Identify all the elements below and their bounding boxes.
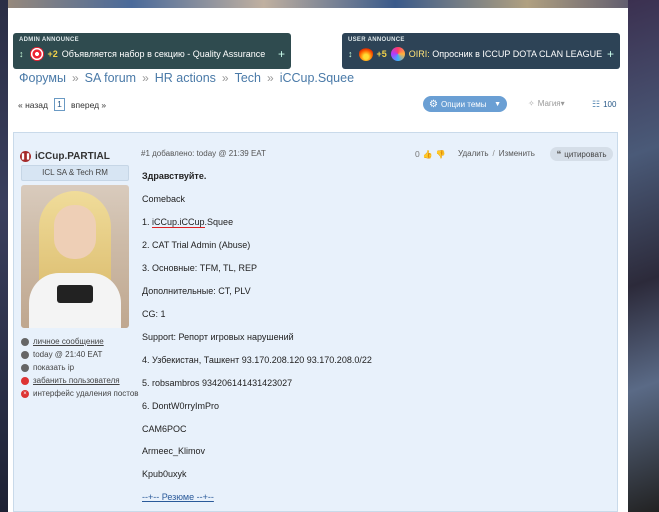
ban-user-item[interactable]: забанить пользователя bbox=[21, 374, 139, 387]
user-announce-label: USER ANNOUNCE bbox=[348, 37, 405, 43]
quote-label: цитировать bbox=[564, 149, 607, 159]
plus-icon[interactable]: + bbox=[607, 47, 614, 61]
breadcrumb-tech[interactable]: Tech bbox=[235, 71, 261, 85]
breadcrumb-current: iCCup.Squee bbox=[279, 71, 355, 85]
swirl-icon bbox=[390, 47, 405, 61]
chevron-down-icon: ▼ bbox=[494, 100, 501, 108]
delete-icon: × bbox=[21, 389, 29, 398]
post-line: Armeec_Klimov bbox=[142, 446, 206, 456]
background-left-art bbox=[0, 0, 8, 512]
admin-announce-text[interactable]: Объявляется набор в секцию - Quality Ass… bbox=[62, 49, 278, 59]
breadcrumb-forums[interactable]: Форумы bbox=[19, 71, 66, 85]
admin-announce[interactable]: ADMIN ANNOUNCE ↕ +2 Объявляется набор в … bbox=[13, 33, 291, 69]
post-line: 2. CAT Trial Admin (Abuse) bbox=[142, 240, 251, 250]
ban-user-link[interactable]: забанить пользователя bbox=[33, 376, 120, 385]
pager: « назад 1 вперед » bbox=[18, 98, 106, 111]
sparkle-icon: ✧ bbox=[528, 99, 535, 108]
magic-dropdown[interactable]: ✧ Магия ▾ bbox=[528, 99, 565, 108]
quote-button[interactable]: ❝ цитировать bbox=[550, 147, 613, 161]
posts-per-page-count: 100 bbox=[603, 100, 617, 109]
edit-post-link[interactable]: Изменить bbox=[499, 149, 535, 158]
user-announce-count: +5 bbox=[376, 49, 387, 59]
pager-current-page[interactable]: 1 bbox=[54, 98, 65, 111]
monitor-icon bbox=[21, 363, 29, 372]
target-icon bbox=[29, 47, 44, 61]
plus-icon[interactable]: + bbox=[278, 47, 285, 61]
sort-arrows-icon[interactable]: ↕ bbox=[348, 49, 353, 59]
sort-arrows-icon[interactable]: ↕ bbox=[19, 49, 24, 59]
thumbs-up-icon[interactable]: 👍 bbox=[423, 150, 433, 159]
breadcrumb-separator: » bbox=[71, 71, 79, 85]
background-right-art bbox=[628, 0, 659, 512]
private-message-link[interactable]: личное сообщение bbox=[33, 337, 104, 346]
background-top-art bbox=[0, 0, 659, 8]
user-announce-body: Опросник в ICCUP DOTA CLAN LEAGUE bbox=[432, 49, 603, 59]
delete-post-link[interactable]: Удалить bbox=[458, 149, 489, 158]
pause-icon: ❚❚ bbox=[20, 151, 31, 162]
breadcrumb-sa-forum[interactable]: SA forum bbox=[85, 71, 136, 85]
author-actions: личное сообщение today @ 21:40 EAT показ… bbox=[21, 335, 139, 400]
last-seen-item: today @ 21:40 EAT bbox=[21, 348, 139, 361]
pager-prev[interactable]: « назад bbox=[18, 100, 48, 110]
private-message-item[interactable]: личное сообщение bbox=[21, 335, 139, 348]
thumbs-down-icon[interactable]: 👎 bbox=[436, 150, 446, 159]
post-line: CAM6POC bbox=[142, 424, 187, 434]
quote-icon: ❝ bbox=[556, 148, 562, 159]
thread-options-button[interactable]: ⚙ Опции темы ▼ bbox=[423, 96, 507, 112]
post-line-prefix: 1. bbox=[142, 217, 153, 227]
list-icon: ☷ bbox=[592, 99, 601, 109]
post-line: Kpub0uxyk bbox=[142, 469, 187, 479]
forum-page: ADMIN ANNOUNCE ↕ +2 Объявляется набор в … bbox=[8, 8, 628, 512]
breadcrumb-separator: » bbox=[221, 71, 229, 85]
post-line: 6. DontW0rryImPro bbox=[142, 401, 220, 411]
fire-icon bbox=[358, 47, 373, 61]
post-line-nick: iCCup.iCCup bbox=[152, 217, 205, 228]
posts-per-page[interactable]: ☷ 100 bbox=[592, 99, 616, 110]
user-announce-prefix: OIRI: bbox=[408, 49, 433, 59]
post-line: Support: Репорт игровых нарушений bbox=[142, 332, 294, 342]
gear-icon: ⚙ bbox=[429, 98, 438, 110]
post-line-suffix: .Squee bbox=[204, 217, 234, 227]
last-seen-text: today @ 21:40 EAT bbox=[33, 350, 103, 359]
post-line: 3. Основные: TFM, TL, REP bbox=[142, 263, 258, 273]
delete-posts-text[interactable]: интерфейс удаления постов bbox=[33, 389, 139, 398]
post-meta: #1 добавлено: today @ 21:39 EAT bbox=[141, 149, 266, 158]
post-line: 5. robsambros 934206141431423027 bbox=[142, 378, 293, 388]
magic-label: Магия bbox=[537, 99, 561, 108]
clock-icon bbox=[21, 350, 29, 359]
delete-posts-item[interactable]: × интерфейс удаления постов bbox=[21, 387, 139, 400]
author-rank-badge: ICL SA & Tech RM bbox=[21, 165, 129, 181]
avatar bbox=[21, 185, 129, 328]
show-ip-item[interactable]: показать ip bbox=[21, 361, 139, 374]
breadcrumb-separator: » bbox=[267, 71, 274, 85]
thread-options-label: Опции темы bbox=[440, 99, 487, 109]
action-separator: / bbox=[492, 149, 495, 158]
vote-count: 0 bbox=[415, 149, 420, 159]
post-actions: Удалить / Изменить bbox=[458, 149, 535, 158]
post-author[interactable]: ❚❚ iCCup.PARTIAL bbox=[20, 151, 110, 162]
post-line: 4. Узбекистан, Ташкент 93.170.208.120 93… bbox=[142, 355, 372, 365]
user-announce-text[interactable]: OIRI: Опросник в ICCUP DOTA CLAN LEAGUE bbox=[409, 49, 607, 59]
resume-spoiler-link[interactable]: --+-- Резюме --+-- bbox=[142, 492, 214, 502]
post-line: 1. iCCup.iCCup.Squee bbox=[142, 217, 234, 228]
post-votes: 0 👍 👎 bbox=[415, 149, 446, 159]
post-line: Здравствуйте. bbox=[142, 171, 207, 181]
post-author-name[interactable]: iCCup.PARTIAL bbox=[35, 151, 110, 162]
avatar-shirt-logo bbox=[57, 285, 93, 303]
message-icon bbox=[21, 337, 29, 346]
breadcrumb-hr-actions[interactable]: HR actions bbox=[155, 71, 216, 85]
user-announce[interactable]: USER ANNOUNCE ↕ +5 OIRI: Опросник в ICCU… bbox=[342, 33, 620, 69]
post-line: CG: 1 bbox=[142, 309, 166, 319]
breadcrumb-separator: » bbox=[142, 71, 149, 85]
post-line: Comeback bbox=[142, 194, 186, 204]
ban-icon bbox=[21, 376, 29, 385]
admin-announce-label: ADMIN ANNOUNCE bbox=[19, 37, 79, 43]
post-line: Дополнительные: CT, PLV bbox=[142, 286, 251, 296]
show-ip-text[interactable]: показать ip bbox=[33, 363, 74, 372]
chevron-down-icon: ▾ bbox=[560, 99, 565, 108]
breadcrumb: Форумы » SA forum » HR actions » Tech » … bbox=[19, 71, 354, 85]
admin-announce-count: +2 bbox=[47, 49, 58, 59]
pager-next[interactable]: вперед » bbox=[71, 100, 106, 110]
avatar-face bbox=[54, 205, 96, 259]
